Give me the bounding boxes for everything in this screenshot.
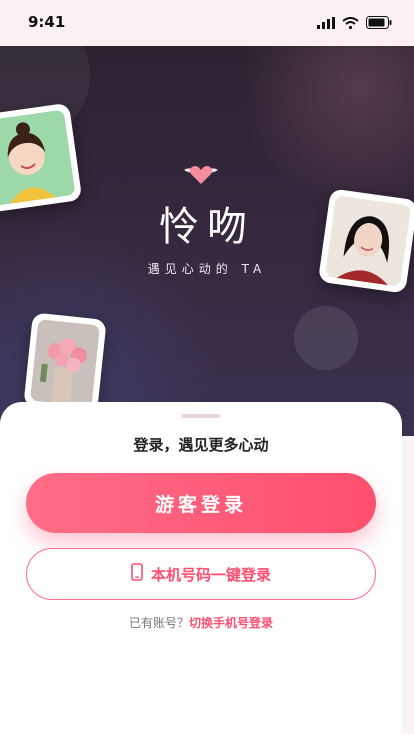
has-account-text: 已有账号？ <box>128 616 189 630</box>
decorative-circle <box>294 306 358 370</box>
hero-banner: 怜吻 遇见心动的 TA <box>0 46 414 436</box>
sheet-grabber[interactable] <box>182 414 220 418</box>
wifi-icon <box>342 14 359 33</box>
app-title: 怜吻 <box>159 204 255 250</box>
status-icons <box>317 14 392 33</box>
battery-icon <box>366 14 392 33</box>
status-bar: 9:41 <box>0 0 414 46</box>
login-sheet: 登录，遇见更多心动 游客登录 本机号码一键登录 已有账号？切换手机号登录 <box>0 402 402 742</box>
phone-icon <box>131 563 143 585</box>
girl-portrait-icon <box>0 109 76 207</box>
flower-photo-card <box>23 312 107 414</box>
one-tap-phone-login-button[interactable]: 本机号码一键登录 <box>26 548 376 600</box>
switch-login-row: 已有账号？切换手机号登录 <box>0 614 402 631</box>
app-tagline: 遇见心动的 TA <box>147 262 267 276</box>
guest-login-button[interactable]: 游客登录 <box>26 473 376 533</box>
phone-login-label: 本机号码一键登录 <box>150 565 271 584</box>
background-strip <box>402 436 414 734</box>
signal-icon <box>317 14 335 33</box>
guest-login-label: 游客登录 <box>154 493 247 516</box>
switch-phone-login-link[interactable]: 切换手机号登录 <box>189 616 273 630</box>
tulip-bouquet-icon <box>29 318 101 408</box>
status-time: 9:41 <box>28 13 66 31</box>
winged-heart-icon <box>180 162 222 190</box>
sheet-title: 登录，遇见更多心动 <box>133 436 269 454</box>
